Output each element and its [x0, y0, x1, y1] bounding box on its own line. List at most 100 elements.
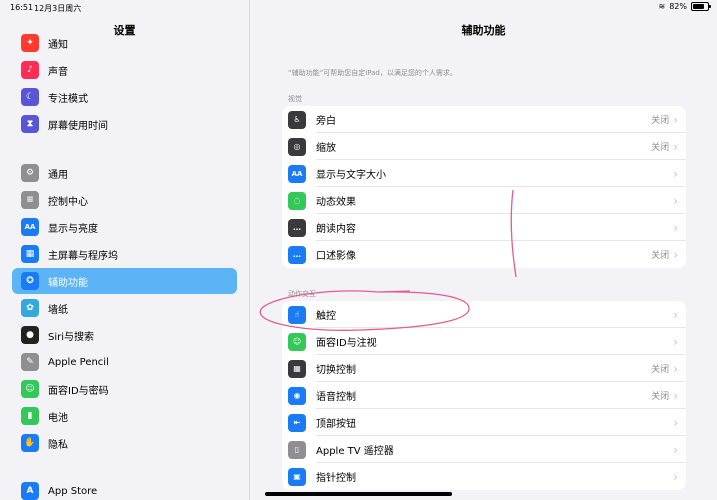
- sidebar-item-label: 屏幕使用时间: [48, 120, 108, 132]
- text-size-icon: AA: [21, 218, 39, 236]
- chevron-right-icon: ›: [673, 307, 678, 322]
- battery-icon: ▮: [21, 407, 39, 425]
- sidebar-item[interactable]: A App Store: [12, 478, 237, 500]
- sidebar-item[interactable]: ⚙ 通用: [12, 160, 237, 186]
- setting-label: Apple TV 遥控器: [316, 446, 394, 457]
- sidebar-item[interactable]: ⧗ 屏幕使用时间: [12, 111, 237, 137]
- section-header: 动作交互: [288, 290, 316, 298]
- face-id-icon: ☺: [21, 380, 39, 398]
- setting-value: 关闭: [651, 392, 670, 402]
- sidebar-item[interactable]: ▦ 主屏幕与程序坞: [12, 241, 237, 267]
- setting-row[interactable]: ◎ 缩放 关闭 ›: [282, 133, 686, 160]
- setting-row[interactable]: … 口述影像 关闭 ›: [282, 241, 686, 268]
- chevron-right-icon: ›: [673, 166, 678, 181]
- zoom-icon: ◎: [288, 137, 306, 156]
- pencil-icon: ✎: [21, 353, 39, 371]
- setting-value: 关闭: [651, 116, 670, 126]
- setting-label: 触控: [316, 311, 336, 322]
- moon-icon: ☾: [21, 88, 39, 106]
- status-bar: 16:51 12月3日周六 ≋ 82%: [0, 0, 717, 16]
- setting-value: 关闭: [651, 251, 670, 261]
- chevron-right-icon: ›: [673, 112, 678, 127]
- sidebar-item-label: 声音: [48, 66, 68, 78]
- chevron-right-icon: ›: [673, 193, 678, 208]
- sidebar-item-label: 面容ID与密码: [48, 385, 109, 397]
- voice-control-icon: ◉: [288, 386, 306, 405]
- sidebar-item-label: 通知: [48, 39, 68, 51]
- accessibility-pane: 辅助功能 “辅助功能”可帮助您自定iPad，以满足您的个人需求。 视觉 ♿ 旁白 关闭…: [250, 0, 717, 500]
- sidebar-item[interactable]: ☾ 专注模式: [12, 84, 237, 110]
- setting-row[interactable]: ▣ 指针控制 ›: [282, 463, 686, 490]
- grid-icon: ▦: [21, 245, 39, 263]
- sidebar-item-label: Apple Pencil: [48, 356, 109, 368]
- setting-row[interactable]: AA 显示与文字大小 ›: [282, 160, 686, 187]
- status-time: 16:51: [10, 3, 34, 12]
- flower-icon: ✿: [21, 299, 39, 317]
- setting-row[interactable]: ▯ Apple TV 遥控器 ›: [282, 436, 686, 463]
- setting-row[interactable]: ☺ 面容ID与注视 ›: [282, 328, 686, 355]
- setting-row[interactable]: ⇤ 顶部按钮 ›: [282, 409, 686, 436]
- status-right: ≋ 82%: [658, 2, 711, 11]
- top-button-icon: ⇤: [288, 413, 306, 432]
- setting-label: 口述影像: [316, 251, 356, 262]
- face-id-icon: ☺: [288, 332, 306, 351]
- voiceover-icon: ♿: [288, 110, 306, 129]
- sidebar-item[interactable]: ✿ 墙纸: [12, 295, 237, 321]
- settings-sidebar: 设置 ✦ 通知 ♪ 声音 ☾ 专注模式 ⧗ 屏幕使用时间 ⚙ 通用 ≡ 控制中心 AA 显示与亮度 ▦ 主屏幕…: [0, 0, 250, 500]
- setting-label: 显示与文字大小: [316, 170, 386, 181]
- battery-indicator-icon: [691, 2, 711, 11]
- sidebar-item-label: 墙纸: [48, 304, 68, 316]
- sidebar-item-label: 辅助功能: [48, 277, 88, 289]
- status-date: 12月3日周六: [34, 4, 82, 13]
- setting-value: 关闭: [651, 143, 670, 153]
- hourglass-icon: ⧗: [21, 115, 39, 133]
- chevron-right-icon: ›: [673, 139, 678, 154]
- sidebar-item[interactable]: ✦ 通知: [12, 30, 237, 56]
- accessibility-icon: ✪: [21, 272, 39, 290]
- sidebar-item[interactable]: ✎ Apple Pencil: [12, 349, 237, 375]
- sidebar-item[interactable]: ✋ 隐私: [12, 430, 237, 456]
- chevron-right-icon: ›: [673, 334, 678, 349]
- sidebar-item-label: Siri与搜索: [48, 331, 95, 343]
- setting-label: 指针控制: [316, 473, 356, 484]
- settings-group: ♿ 旁白 关闭 › ◎ 缩放 关闭 › AA 显示与文字大小 › ◌ 动态效果 ›… 朗读内容 ›… 口述影像关…: [282, 106, 686, 268]
- speaker-icon: ♪: [21, 61, 39, 79]
- app-store-icon: A: [21, 482, 39, 500]
- sidebar-item-label: App Store: [48, 485, 98, 497]
- bell-icon: ✦: [21, 34, 39, 52]
- wifi-icon: ≋: [658, 2, 666, 11]
- sidebar-item-label: 通用: [48, 169, 68, 181]
- setting-row[interactable]: ☝ 触控 ›: [282, 301, 686, 328]
- sidebar-item[interactable]: ● Siri与搜索: [12, 322, 237, 348]
- setting-row[interactable]: ♿ 旁白 关闭 ›: [282, 106, 686, 133]
- chevron-right-icon: ›: [673, 247, 678, 262]
- sidebar-item-label: 电池: [48, 412, 68, 424]
- sidebar-item[interactable]: ≡ 控制中心: [12, 187, 237, 213]
- setting-row[interactable]: ◌ 动态效果 ›: [282, 187, 686, 214]
- sidebar-item-label: 主屏幕与程序坞: [48, 250, 118, 262]
- battery-percent: 82%: [669, 2, 687, 11]
- sidebar-item-label: 专注模式: [48, 93, 88, 105]
- hand-icon: ✋: [21, 434, 39, 452]
- home-indicator[interactable]: [265, 492, 452, 496]
- speech-bubble-icon: …: [288, 218, 306, 237]
- siri-icon: ●: [21, 326, 39, 344]
- setting-label: 切换控制: [316, 365, 356, 376]
- sidebar-item[interactable]: ♪ 声音: [12, 57, 237, 83]
- setting-label: 缩放: [316, 143, 336, 154]
- touch-icon: ☝: [288, 305, 306, 324]
- sidebar-item[interactable]: ▮ 电池: [12, 403, 237, 429]
- sidebar-item[interactable]: ☺ 面容ID与密码: [12, 376, 237, 402]
- setting-label: 面容ID与注视: [316, 338, 377, 349]
- sidebar-item[interactable]: ✪ 辅助功能: [12, 268, 237, 294]
- pointer-icon: ▣: [288, 467, 306, 486]
- page-description: “辅助功能”可帮助您自定iPad，以满足您的个人需求。: [288, 69, 457, 77]
- sidebar-item[interactable]: AA 显示与亮度: [12, 214, 237, 240]
- setting-row[interactable]: ▦ 切换控制 关闭 ›: [282, 355, 686, 382]
- remote-icon: ▯: [288, 440, 306, 459]
- sidebar-item-label: 控制中心: [48, 196, 88, 208]
- setting-row[interactable]: ◉ 语音控制 关闭 ›: [282, 382, 686, 409]
- audio-description-icon: …: [288, 245, 306, 264]
- setting-row[interactable]: … 朗读内容 ›: [282, 214, 686, 241]
- setting-label: 语音控制: [316, 392, 356, 403]
